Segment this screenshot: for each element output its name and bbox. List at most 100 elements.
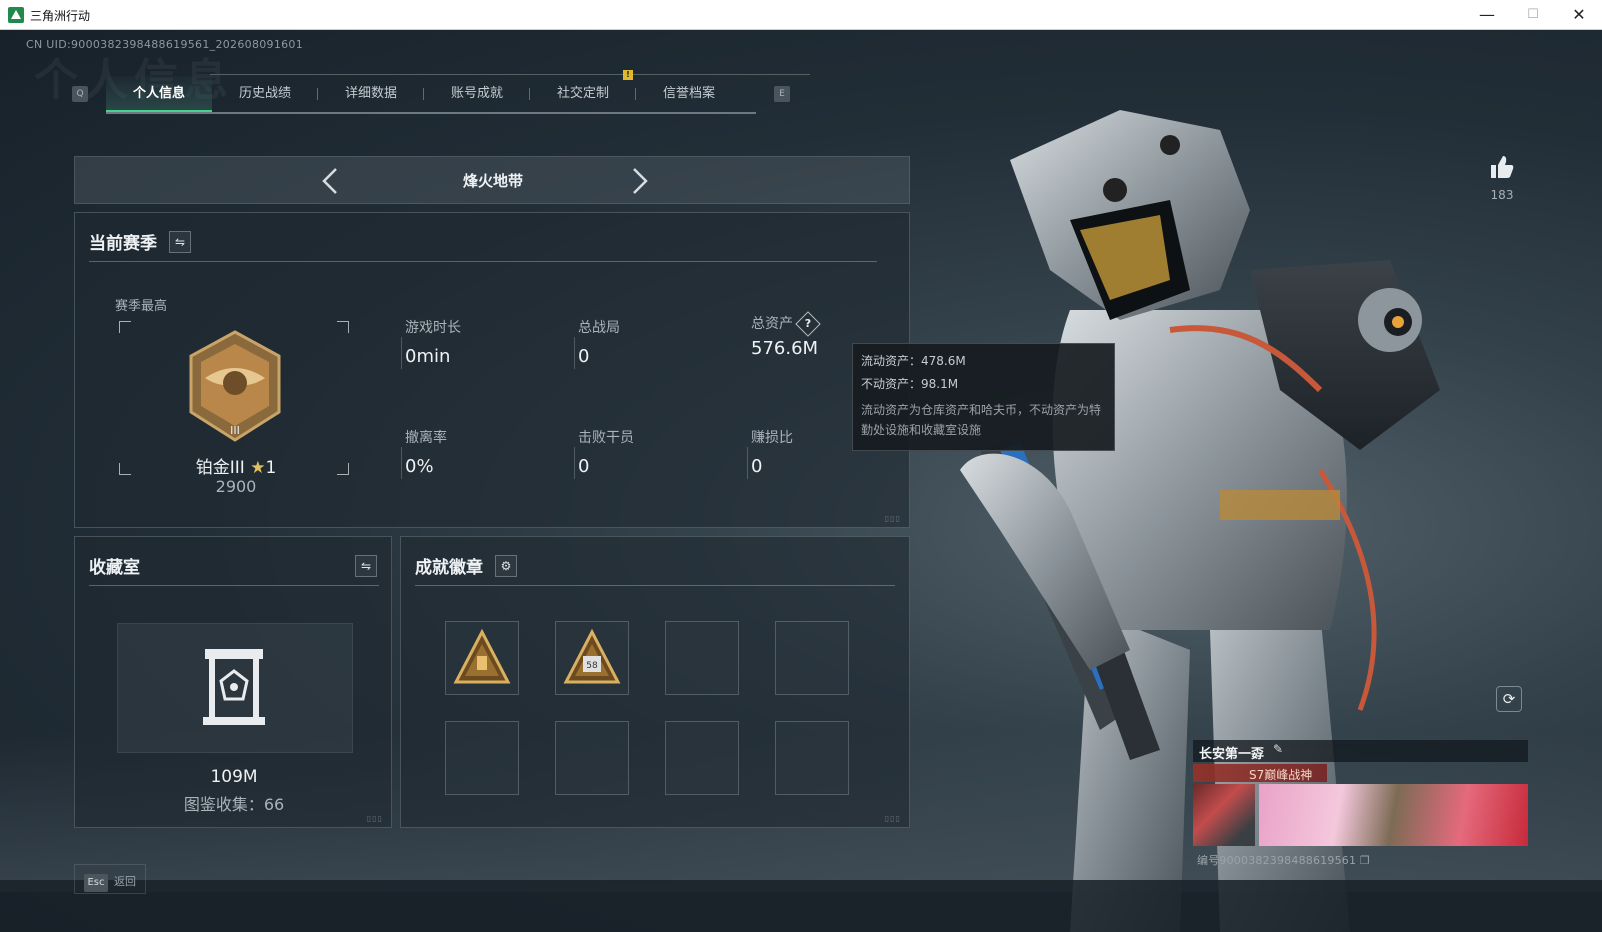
divider [89,261,877,262]
tooltip-description: 流动资产为仓库资产和哈夫币，不动资产为特勤处设施和收藏室设施 [861,403,1102,437]
stat-extract-rate: 撤离率 0% [401,427,565,479]
swap-icon[interactable]: ⇋ [169,231,191,253]
gear-icon[interactable]: ⚙ [495,555,517,577]
collection-title: 收藏室 [89,558,140,578]
stat-label: 击败干员 [578,430,634,446]
card-banner [1259,784,1528,846]
badge-slot[interactable] [775,721,849,795]
stat-value: 0% [405,456,434,477]
window-title: 三角洲行动 [30,9,91,23]
corner-decoration: ▯▯▯ [366,814,383,823]
divider [89,585,379,586]
badge-slot[interactable] [665,721,739,795]
rank-name: 铂金III ★1 [161,453,311,478]
card-name-row: 长安第一孬 ✎ [1193,740,1528,762]
tab-label: 历史战绩 [238,86,291,101]
card-title-row: S7巅峰战神 [1193,764,1327,782]
player-id-text: 编号9000382398488619561 [1197,854,1357,867]
mode-selector: 烽火地带 [74,156,910,204]
collection-count: 图鉴收集：66 [183,795,285,814]
stat-value: 0 [751,456,763,477]
medal-numeral: III [230,424,240,437]
tab-personal-info[interactable]: 个人信息 [106,76,212,112]
badge-slot[interactable] [555,721,629,795]
like-button[interactable]: 183 [1482,154,1522,202]
achievements-panel: 成就徽章 ⚙ 58 ▯▯▯ [400,536,910,828]
mode-label: 烽火地带 [462,172,523,190]
swap-icon[interactable]: ⇋ [355,555,377,577]
rank-stars: 1 [265,458,277,478]
season-title: 当前赛季 [89,234,157,254]
badge-slot[interactable] [665,621,739,695]
tab-detailed-data[interactable]: 详细数据 [318,76,424,112]
badge-slot[interactable]: 58 [555,621,629,695]
back-button[interactable]: Esc 返回 [84,870,136,892]
display-case-icon [203,649,265,725]
tab-credit-record[interactable]: 信誉档案 [636,76,742,112]
tab-social-custom[interactable]: 社交定制 [530,76,636,112]
esc-key: Esc [84,874,108,892]
stat-label: 总战局 [578,320,620,336]
thumbs-up-icon [1491,156,1514,178]
minimize-button[interactable]: — [1464,0,1510,30]
stat-label: 撤离率 [405,430,447,446]
prev-tab-key[interactable]: Q [72,86,88,102]
star-icon: ★ [250,458,266,478]
help-icon[interactable]: ? [795,311,821,337]
like-count: 183 [1490,188,1514,202]
stat-label-text: 总资产 [751,316,793,332]
assets-tooltip: 流动资产：478.6M 不动资产：98.1M 流动资产为仓库资产和哈夫币，不动资… [852,343,1115,451]
tab-label: 信誉档案 [662,86,715,101]
tab-account-achievements[interactable]: 账号成就 [424,76,530,112]
player-title: S7巅峰战神 [1249,768,1313,782]
stat-value: 0 [578,346,590,367]
stat-kills: 击败干员 0 [574,427,738,479]
stat-value: 0min [405,346,451,367]
tab-match-history[interactable]: 历史战绩 [212,76,318,112]
corner-decoration: ▯▯▯ [884,814,901,823]
player-id: 编号9000382398488619561 ❐ [1197,852,1370,868]
season-best-label: 赛季最高 [115,299,168,314]
next-tab-key[interactable]: E [774,86,790,102]
uid-label: CN UID:9000382398488619561_202608091601 [26,38,304,51]
close-button[interactable]: ✕ [1556,0,1602,30]
card-avatar [1193,784,1255,846]
rotate-icon[interactable]: ⟳ [1496,686,1522,712]
collection-panel[interactable]: 收藏室 ⇋ 109M 图鉴收集：66 ▯▯▯ [74,536,392,828]
maximize-button[interactable]: ☐ [1510,0,1556,30]
current-season-panel: 当前赛季 ⇋ 赛季最高 III 铂金III ★1 2900 游戏时长 0min … [74,212,910,528]
badge-triangle-icon [453,628,511,684]
tab-label: 详细数据 [344,86,397,101]
tab-label: 账号成就 [450,86,503,101]
chevron-right-icon[interactable] [631,167,649,195]
copy-icon[interactable]: ❐ [1360,854,1370,867]
stat-label: 总资产? [751,311,911,337]
profile-tabs: Q 个人信息 历史战绩 详细数据 账号成就 社交定制 信誉档案 ! E [70,70,810,116]
app-logo-icon [8,7,24,23]
notification-badge: ! [623,70,633,80]
stat-total-matches: 总战局 0 [574,317,738,369]
back-label: 返回 [114,875,136,888]
rank-score: 2900 [215,477,257,496]
collection-value: 109M [210,767,258,787]
tab-label: 个人信息 [132,86,185,101]
stat-label: 游戏时长 [405,320,461,336]
badge-slot[interactable] [445,621,519,695]
stat-playtime: 游戏时长 0min [401,317,565,369]
tabs-underline [106,112,756,114]
tab-label: 社交定制 [556,86,609,101]
corner-decoration: ▯▯▯ [884,514,901,523]
rank-medal-icon: III [189,330,281,442]
badge-slot[interactable] [445,721,519,795]
edit-icon[interactable]: ✎ [1273,742,1283,756]
game-viewport: 个人信息 CN UID:9000382398488619561_20260809… [0,30,1602,932]
tooltip-liquid: 流动资产：478.6M [861,354,966,368]
bottom-bar [0,880,1602,932]
player-name: 长安第一孬 [1199,747,1265,762]
stat-value: 0 [578,456,590,477]
tooltip-fixed: 不动资产：98.1M [861,377,959,391]
badge-number: 58 [586,661,598,671]
window-titlebar: 三角洲行动 — ☐ ✕ [0,0,1602,30]
badge-slot[interactable] [775,621,849,695]
player-card[interactable]: 长安第一孬 ✎ S7巅峰战神 编号9000382398488619561 ❐ [1193,740,1528,870]
